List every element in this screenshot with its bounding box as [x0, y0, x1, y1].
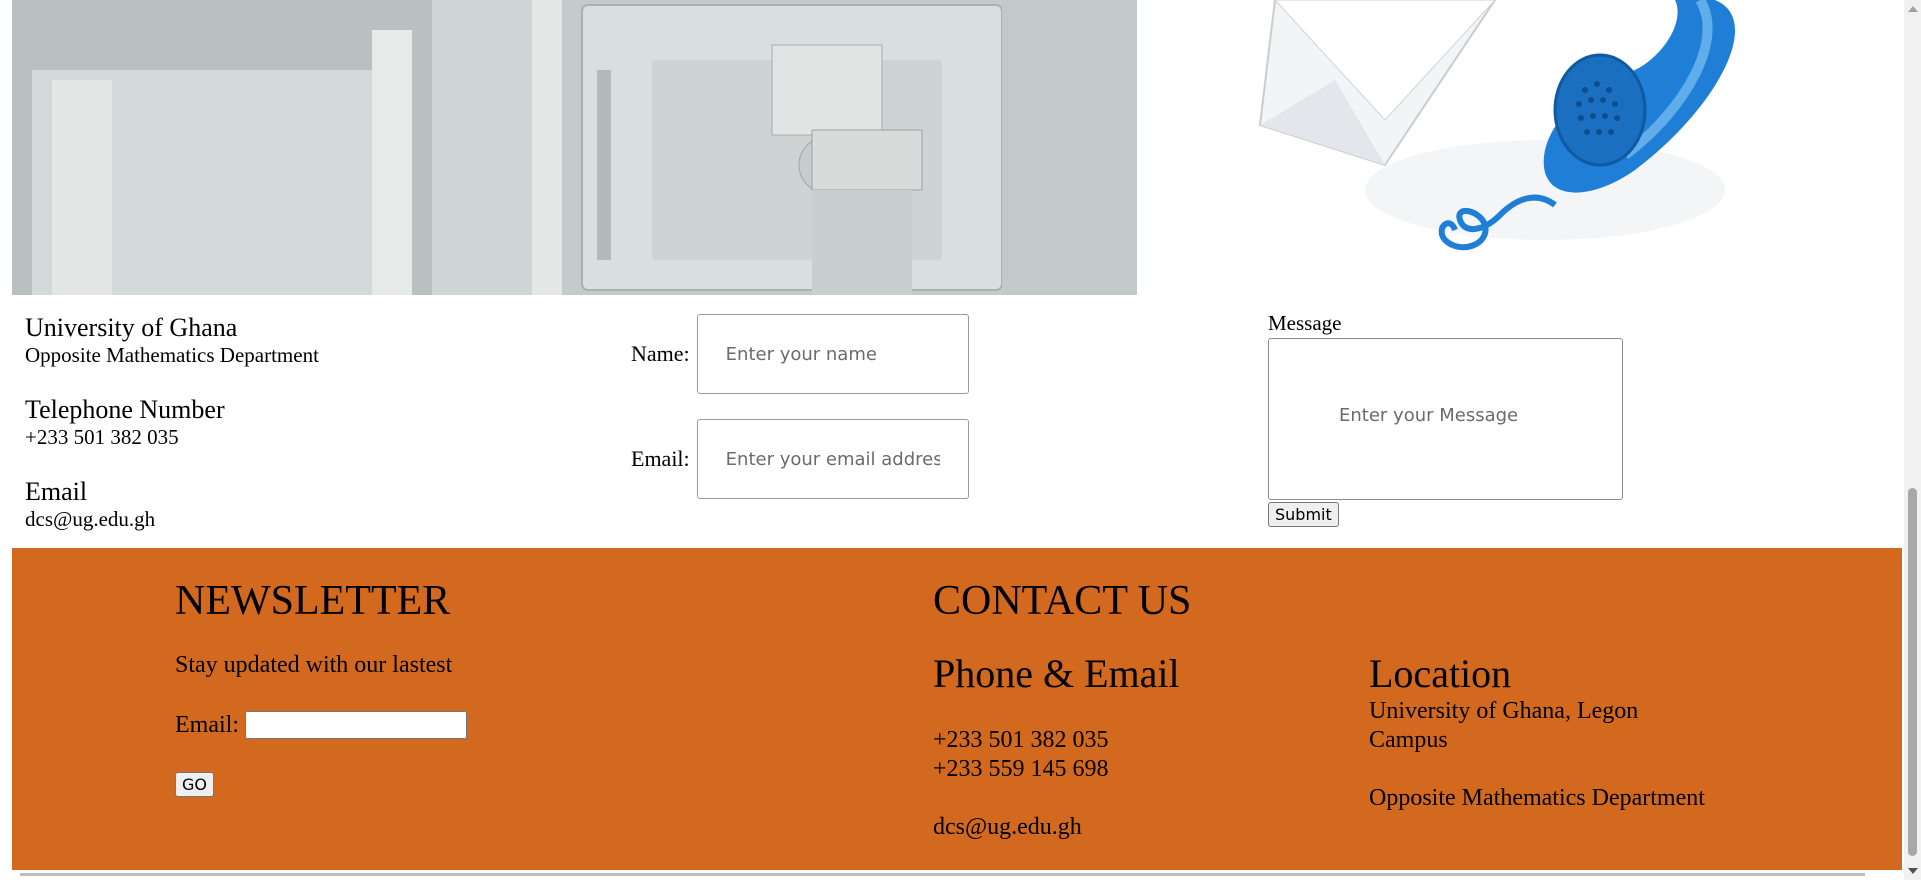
- email-block: Email dcs@ug.edu.gh: [25, 477, 525, 531]
- message-label: Message: [1268, 311, 1342, 335]
- phone-heading: Telephone Number: [25, 395, 225, 424]
- org-heading: University of Ghana: [25, 313, 238, 342]
- scrollbar-thumb[interactable]: [1908, 488, 1917, 856]
- scroll-down-arrow-icon[interactable]: [1908, 868, 1918, 874]
- scroll-up-arrow-icon[interactable]: [1908, 6, 1918, 12]
- envelope-telephone-icon: [1245, 0, 1815, 265]
- submit-button[interactable]: Submit: [1268, 502, 1339, 527]
- name-row: Name:: [631, 314, 969, 394]
- newsletter-text: Stay updated with our lastest: [175, 652, 453, 678]
- footer-phone-1: +233 501 382 035: [933, 727, 1109, 753]
- org-block: University of Ghana Opposite Mathematics…: [25, 313, 525, 367]
- newsletter-email-row: Email:: [175, 711, 467, 739]
- location-line-1: University of Ghana, Legon: [1369, 698, 1639, 724]
- footer-phone-2: +233 559 145 698: [933, 756, 1109, 782]
- computer-monitors-photo: [12, 0, 1137, 295]
- location-heading: Location: [1369, 651, 1512, 696]
- footer-email: dcs@ug.edu.gh: [933, 814, 1082, 840]
- phone-block: Telephone Number +233 501 382 035: [25, 395, 525, 449]
- location-line-2: Campus: [1369, 727, 1448, 753]
- name-label: Name:: [631, 341, 690, 366]
- horizontal-rule: [20, 873, 1865, 876]
- org-line: Opposite Mathematics Department: [25, 343, 319, 367]
- vertical-scrollbar[interactable]: [1904, 0, 1921, 880]
- location-line-3: Opposite Mathematics Department: [1369, 785, 1705, 811]
- footer: NEWSLETTER Stay updated with our lastest…: [12, 548, 1902, 870]
- email-input[interactable]: [696, 419, 969, 499]
- message-textarea[interactable]: [1268, 338, 1623, 500]
- page: University of Ghana Opposite Mathematics…: [0, 0, 1904, 880]
- go-button[interactable]: GO: [175, 772, 214, 797]
- contact-us-title: CONTACT US: [933, 578, 1192, 624]
- newsletter-email-label: Email:: [175, 711, 239, 738]
- contact-info: University of Ghana Opposite Mathematics…: [25, 313, 525, 559]
- email-heading: Email: [25, 477, 88, 506]
- email-row: Email:: [631, 419, 969, 499]
- name-input[interactable]: [696, 314, 969, 394]
- email-line: dcs@ug.edu.gh: [25, 507, 156, 531]
- phone-email-heading: Phone & Email: [933, 651, 1180, 696]
- phone-line: +233 501 382 035: [25, 425, 179, 449]
- newsletter-email-input[interactable]: [244, 711, 467, 739]
- newsletter-title: NEWSLETTER: [175, 578, 451, 624]
- email-label: Email:: [631, 446, 690, 471]
